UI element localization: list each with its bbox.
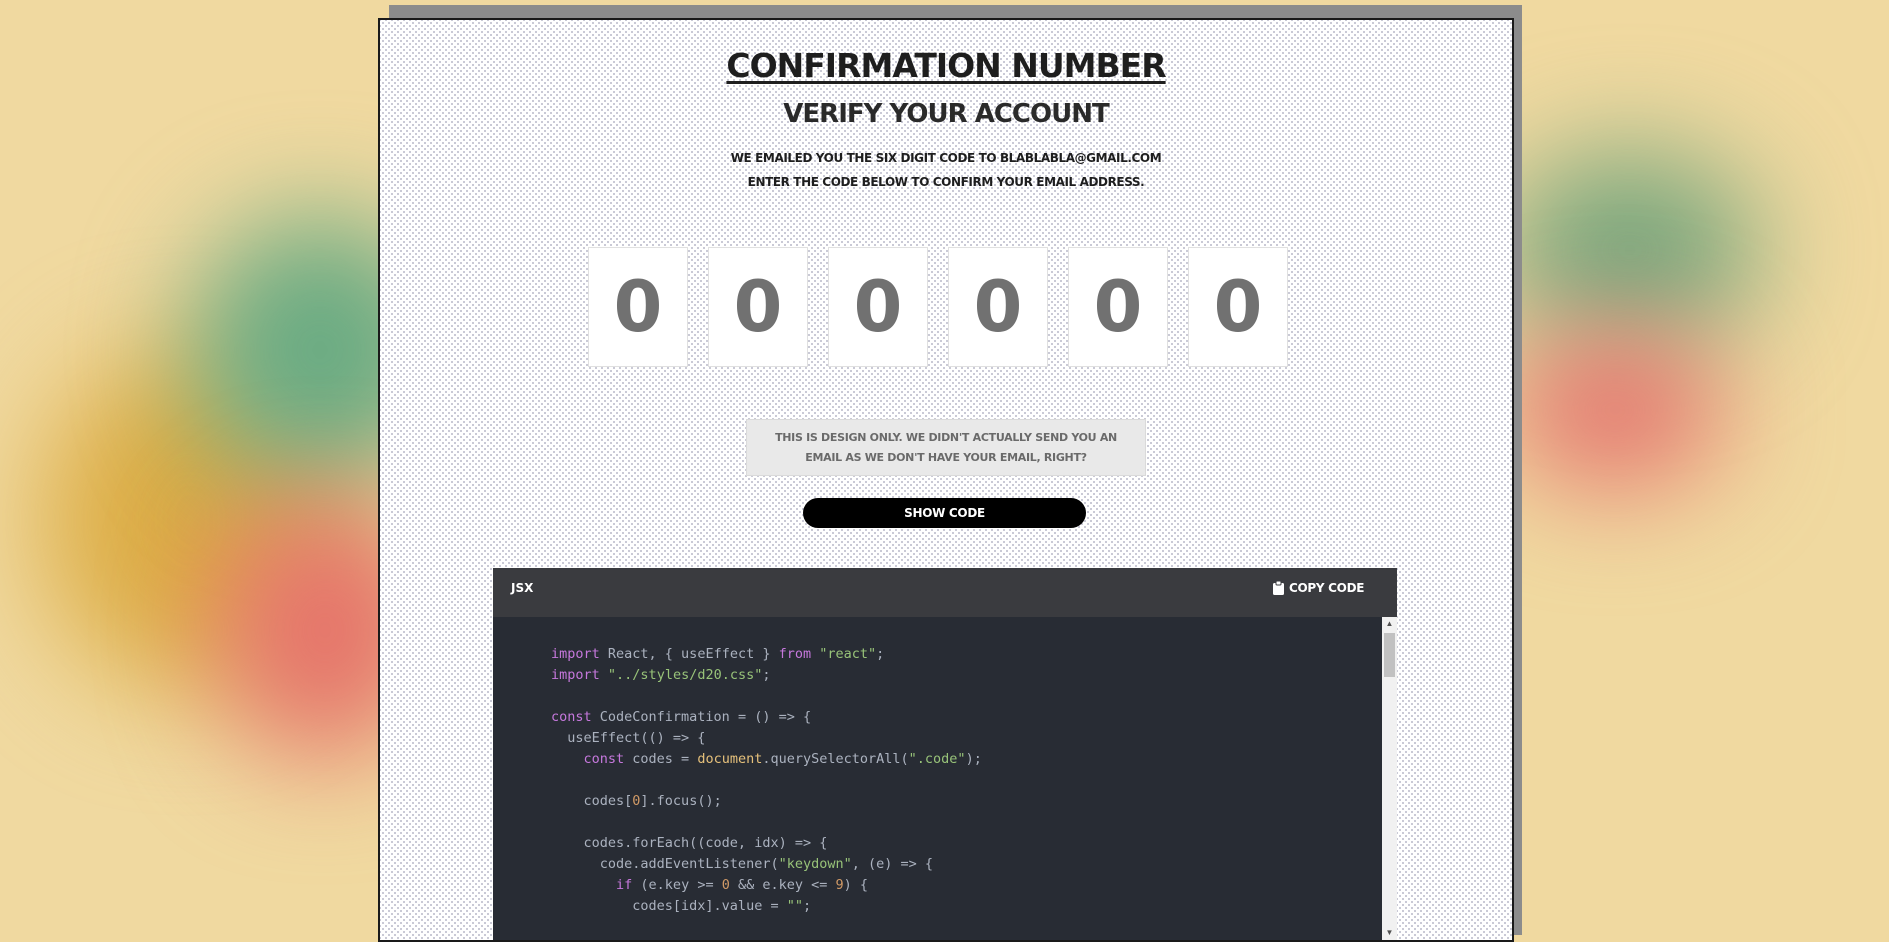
code-digit-6[interactable]: 0 bbox=[1188, 247, 1288, 367]
design-notice: This is design only. We didn't actually … bbox=[746, 419, 1146, 476]
code-line: import "../styles/d20.css"; bbox=[551, 667, 771, 683]
confirmation-card: Confirmation Number Verify your account … bbox=[378, 18, 1514, 942]
code-digit-2[interactable]: 0 bbox=[708, 247, 808, 367]
email-sent-text: We emailed you the six digit code to bla… bbox=[730, 151, 1162, 165]
copy-code-label: Copy Code bbox=[1289, 581, 1365, 595]
code-line: codes[idx].value = ""; bbox=[551, 898, 812, 914]
code-line: const CodeConfirmation = () => { bbox=[551, 709, 812, 725]
code-panel: JSX Copy Code import React, { useEffect … bbox=[493, 568, 1397, 940]
copy-code-button[interactable]: Copy Code bbox=[1273, 580, 1365, 595]
code-digit-1[interactable]: 0 bbox=[588, 247, 688, 367]
code-line: const codes = document.querySelectorAll(… bbox=[583, 751, 982, 767]
code-line: useEffect(() => { bbox=[567, 730, 706, 746]
enter-code-text: Enter the code below to confirm your ema… bbox=[747, 175, 1145, 189]
code-scrollbar[interactable]: ▲ ▼ bbox=[1382, 617, 1397, 940]
scroll-up-arrow-icon[interactable]: ▲ bbox=[1382, 617, 1397, 631]
code-line: codes[0].focus(); bbox=[551, 793, 722, 809]
code-line: code.addEventListener("keydown", (e) => … bbox=[551, 856, 934, 872]
page-title: Confirmation Number bbox=[726, 46, 1166, 85]
code-line: import React, { useEffect } from "react"… bbox=[551, 646, 885, 662]
background-blob bbox=[1505, 330, 1725, 490]
show-code-button[interactable]: Show Code bbox=[803, 498, 1086, 528]
scroll-down-arrow-icon[interactable]: ▼ bbox=[1382, 926, 1397, 940]
code-block[interactable]: import React, { useEffect } from "react"… bbox=[493, 617, 1382, 940]
code-panel-header: JSX Copy Code bbox=[493, 568, 1397, 617]
code-digit-5[interactable]: 0 bbox=[1068, 247, 1168, 367]
code-digit-3[interactable]: 0 bbox=[828, 247, 928, 367]
code-line: codes.forEach((code, idx) => { bbox=[583, 835, 828, 851]
code-text: import React, { useEffect } from "react"… bbox=[493, 617, 1382, 917]
clipboard-icon bbox=[1273, 580, 1284, 595]
scroll-thumb[interactable] bbox=[1384, 633, 1395, 677]
background-blob bbox=[1500, 150, 1760, 350]
code-language-label: JSX bbox=[511, 581, 534, 595]
code-digit-4[interactable]: 0 bbox=[948, 247, 1048, 367]
code-input-group: 0 0 0 0 0 0 bbox=[588, 247, 1288, 367]
code-line: if (e.key >= 0 && e.key <= 9) { bbox=[616, 877, 869, 893]
page-subtitle: Verify your account bbox=[783, 99, 1109, 129]
